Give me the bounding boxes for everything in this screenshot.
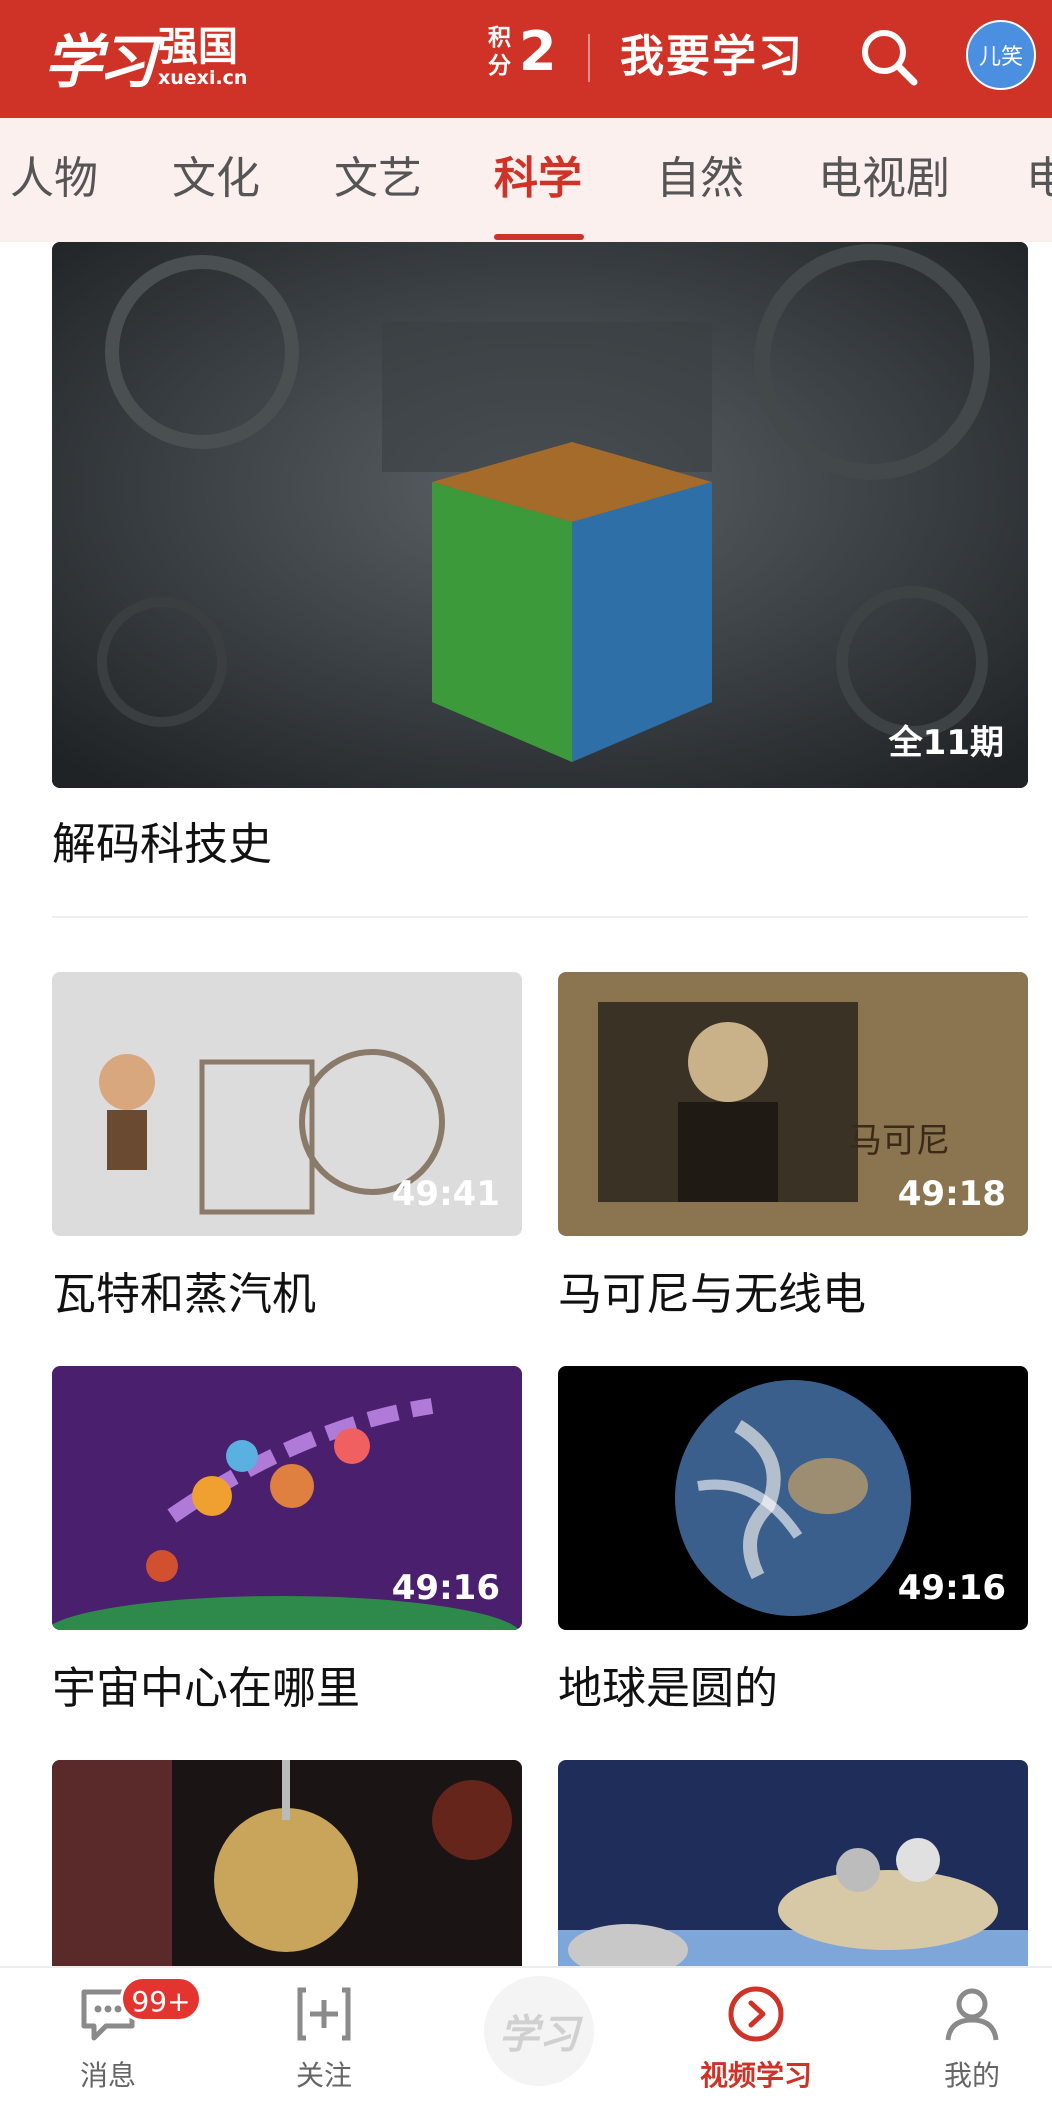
- points-value: 2: [519, 20, 557, 83]
- unread-badge: 99+: [120, 1976, 202, 2022]
- xuexi-center-emblem[interactable]: 学习: [484, 1976, 594, 2086]
- active-tab-indicator: [494, 234, 584, 240]
- svg-text:马可尼: 马可尼: [848, 1121, 950, 1161]
- tab-tv-series[interactable]: 电视剧: [818, 148, 950, 210]
- points-label-top: 积: [488, 23, 511, 51]
- user-icon: [945, 1988, 999, 2041]
- header-divider: [588, 34, 590, 82]
- follow-plus-icon: [297, 1987, 351, 2041]
- avatar[interactable]: 儿笑: [966, 20, 1036, 90]
- section-divider: [52, 916, 1028, 918]
- video-thumbnail: 马可尼 49:18: [558, 972, 1028, 1236]
- video-title: 瓦特和蒸汽机: [52, 1269, 316, 1320]
- tab-science[interactable]: 科学: [494, 148, 582, 210]
- hero-image: [52, 242, 1028, 788]
- tab-nature[interactable]: 自然: [656, 148, 744, 210]
- nav-messages-label: 消息: [79, 2059, 136, 2092]
- video-card[interactable]: 49:16 地球是圆的: [558, 1366, 1028, 1716]
- video-duration: 49:16: [391, 1568, 500, 1608]
- logo-url: xuexi.cn: [158, 67, 248, 89]
- video-card[interactable]: 马可尼 49:18 马可尼与无线电: [558, 972, 1028, 1322]
- logo-script: 学习: [44, 28, 156, 96]
- video-thumbnail: 49:41: [52, 972, 522, 1236]
- xuexi-logo[interactable]: 学习 强国 xuexi.cn: [44, 12, 247, 102]
- points-display[interactable]: 积 分 2: [488, 20, 557, 83]
- nav-video-study-label: 视频学习: [699, 2059, 812, 2092]
- video-title: 马可尼与无线电: [558, 1269, 866, 1320]
- logo-title: 强国: [158, 24, 239, 70]
- video-duration: 49:18: [897, 1174, 1006, 1214]
- video-card[interactable]: 49:16 宇宙中心在哪里: [52, 1366, 522, 1716]
- nav-mine[interactable]: 我的: [902, 1982, 1042, 2094]
- tab-people[interactable]: 人物: [10, 148, 98, 210]
- episode-count-badge: 全11期: [888, 723, 1004, 763]
- video-duration: 49:41: [391, 1174, 500, 1214]
- nav-follow-label: 关注: [295, 2059, 352, 2092]
- tab-more[interactable]: 电: [1026, 148, 1052, 210]
- video-title: 宇宙中心在哪里: [52, 1663, 360, 1714]
- category-tabs: 人物 文化 文艺 科学 自然 电视剧 电: [0, 118, 1052, 242]
- hero-banner[interactable]: 全11期: [52, 242, 1028, 788]
- bottom-navigation: 消息 99+ 关注 学习 视频学习 我的: [0, 1966, 1052, 2106]
- nav-video-study[interactable]: 视频学习: [686, 1982, 826, 2094]
- video-title: 地球是圆的: [558, 1663, 778, 1714]
- video-duration: 49:16: [897, 1568, 1006, 1608]
- points-label-bottom: 分: [488, 51, 511, 79]
- tab-arts[interactable]: 文艺: [334, 148, 422, 210]
- video-card[interactable]: 49:41 瓦特和蒸汽机: [52, 972, 522, 1322]
- nav-mine-label: 我的: [943, 2059, 1000, 2092]
- study-button[interactable]: 我要学习: [620, 24, 804, 90]
- search-icon[interactable]: [856, 24, 922, 90]
- video-thumbnail: 49:16: [52, 1366, 522, 1630]
- hero-title[interactable]: 解码科技史: [52, 808, 272, 872]
- nav-messages[interactable]: 消息 99+: [38, 1976, 202, 2094]
- video-thumbnail: 49:16: [558, 1366, 1028, 1630]
- tab-culture[interactable]: 文化: [172, 148, 260, 210]
- nav-follow[interactable]: 关注: [254, 1982, 394, 2094]
- play-circle-icon: [728, 1986, 784, 2042]
- top-header: 学习 强国 xuexi.cn 积 分 2 我要学习 儿笑: [0, 0, 1052, 118]
